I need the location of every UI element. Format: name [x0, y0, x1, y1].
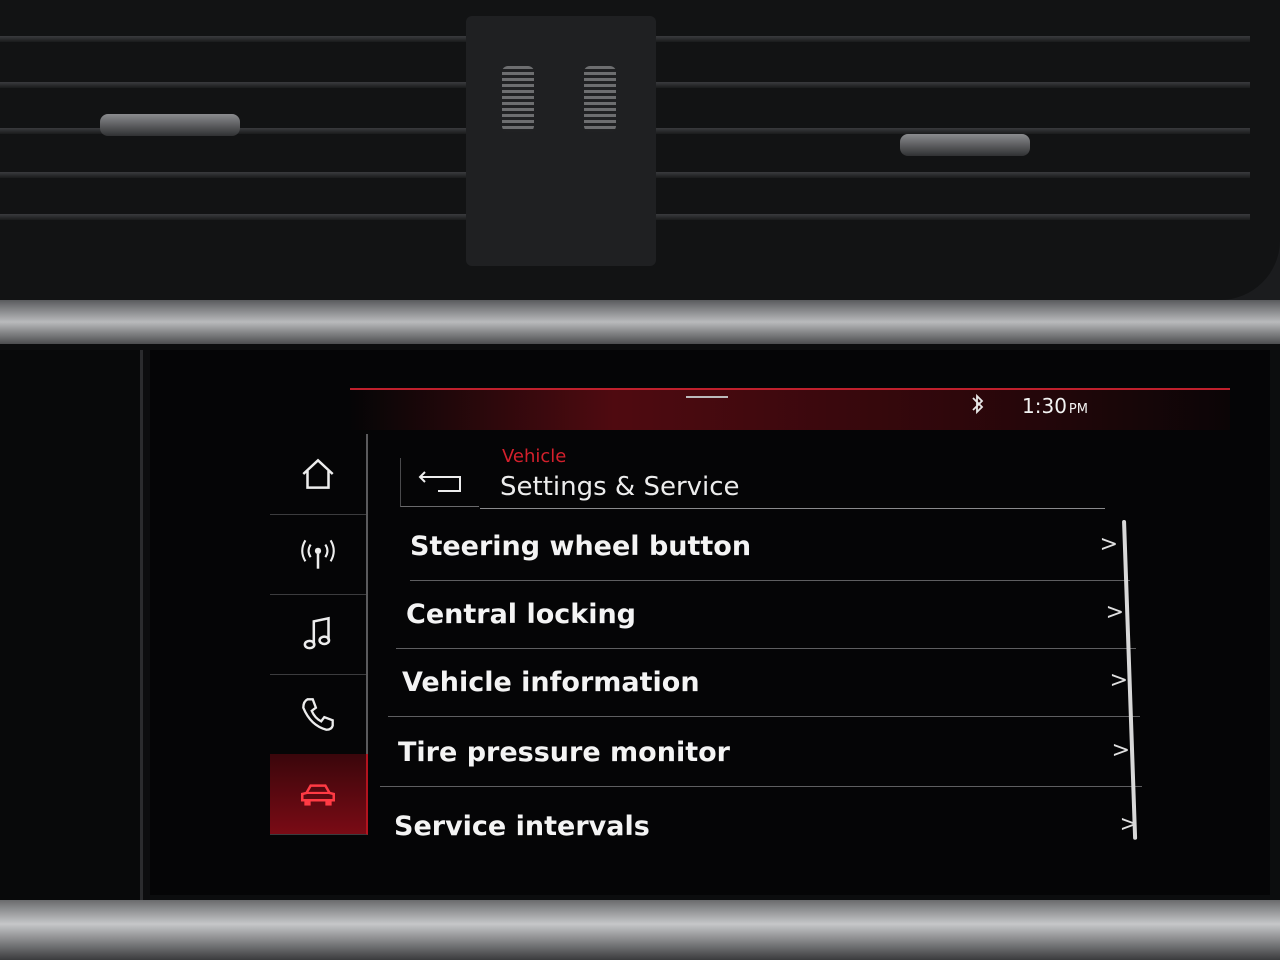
- nav-radio[interactable]: [270, 514, 368, 595]
- infotainment-screen: 1:30 PM Vehicle Settings & Service Steer…: [150, 350, 1270, 895]
- breadcrumb[interactable]: Vehicle: [502, 446, 566, 467]
- left-trim-panel: [0, 350, 143, 910]
- clock: 1:30 PM: [1022, 394, 1088, 418]
- page-title: Settings & Service: [500, 472, 740, 502]
- nav-phone[interactable]: [270, 674, 368, 755]
- menu-item-label: Tire pressure monitor: [398, 736, 730, 768]
- clock-time: 1:30: [1022, 394, 1067, 418]
- vent-thumbwheel[interactable]: [584, 66, 616, 132]
- clock-ampm: PM: [1068, 402, 1088, 417]
- vent-control[interactable]: [466, 16, 656, 266]
- menu-item-central-locking[interactable]: Central locking >: [396, 580, 1136, 649]
- nav-media[interactable]: [270, 594, 368, 675]
- side-navigation: [270, 434, 370, 848]
- home-icon: [302, 458, 334, 489]
- nav-home[interactable]: [270, 434, 368, 515]
- vent-tab[interactable]: [900, 134, 1030, 156]
- phone-icon: [302, 698, 334, 731]
- vent-tab[interactable]: [100, 114, 240, 136]
- music-note-icon: [303, 616, 331, 650]
- pull-down-handle[interactable]: [686, 396, 728, 398]
- menu-item-vehicle-information[interactable]: Vehicle information >: [388, 648, 1140, 717]
- back-button[interactable]: [400, 458, 479, 507]
- air-vent: [0, 0, 1280, 300]
- menu-item-service-intervals[interactable]: Service intervals >: [380, 792, 1150, 860]
- menu-item-label: Central locking: [406, 598, 637, 630]
- menu-item-label: Vehicle information: [402, 666, 700, 698]
- radio-antenna-icon: [301, 539, 335, 569]
- menu-item-label: Steering wheel button: [410, 530, 752, 562]
- chrome-trim: [0, 300, 1280, 344]
- menu-item-label: Service intervals: [394, 810, 650, 842]
- chevron-right-icon: >: [1105, 600, 1124, 625]
- car-icon: [300, 784, 336, 806]
- chevron-right-icon: >: [1099, 532, 1118, 557]
- chevron-right-icon: >: [1109, 668, 1128, 693]
- chrome-trim-bottom: [0, 900, 1280, 960]
- bluetooth-icon: [968, 392, 988, 418]
- status-bar: [350, 388, 1230, 430]
- title-divider: [480, 508, 1105, 509]
- nav-vehicle[interactable]: [270, 754, 368, 835]
- menu-item-tire-pressure-monitor[interactable]: Tire pressure monitor >: [380, 718, 1142, 787]
- vent-thumbwheel[interactable]: [502, 66, 534, 132]
- menu-item-steering-wheel-button[interactable]: Steering wheel button >: [410, 512, 1130, 581]
- chevron-right-icon: >: [1111, 738, 1130, 763]
- back-arrow-icon: [418, 471, 461, 492]
- bluetooth-icon-glyph: [972, 393, 984, 415]
